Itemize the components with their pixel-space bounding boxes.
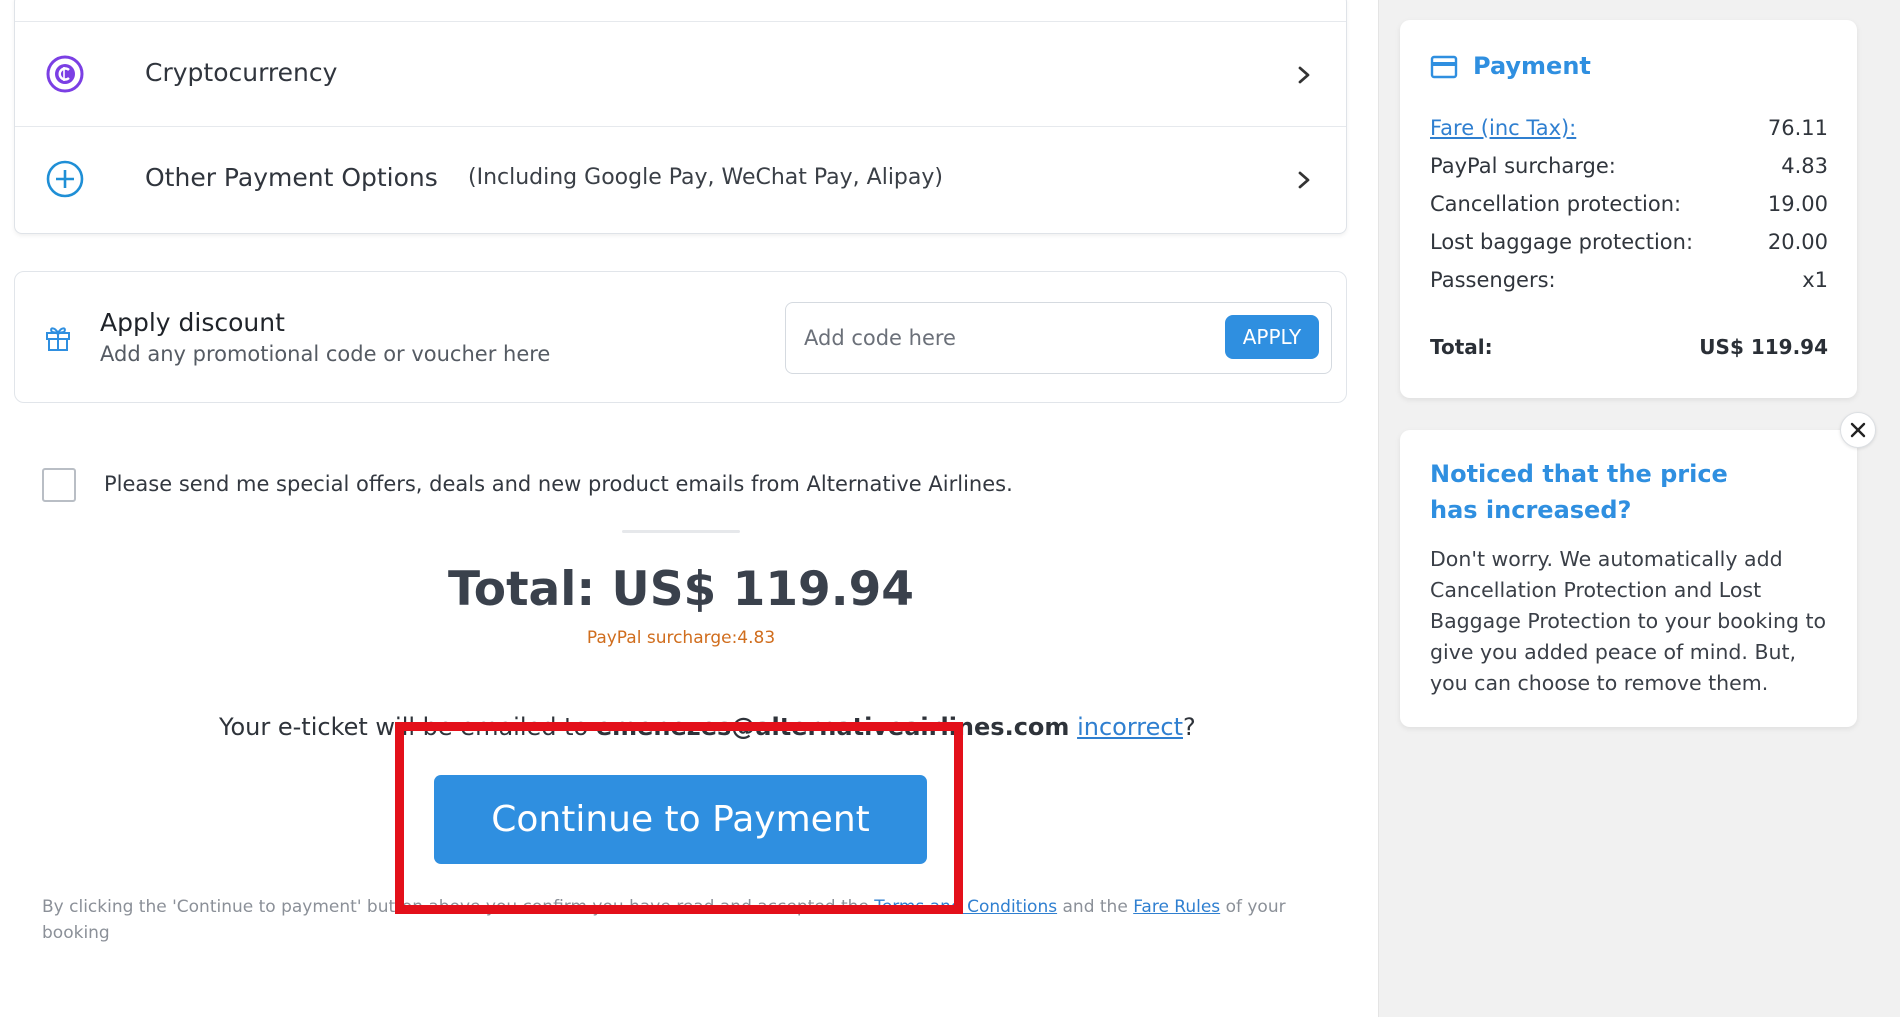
credit-card-icon (1430, 55, 1458, 79)
marketing-optin-checkbox[interactable] (42, 468, 76, 502)
summary-label: PayPal surcharge: (1430, 154, 1616, 178)
terms-text: and the (1057, 897, 1134, 917)
summary-label: Passengers: (1430, 268, 1556, 292)
summary-value: 76.11 (1767, 116, 1828, 140)
discount-code-field: APPLY (785, 302, 1332, 374)
payment-method-other[interactable]: Other Payment Options (Including Google … (15, 126, 1346, 231)
method-sublabel: (Including Google Pay, WeChat Pay, Alipa… (468, 165, 943, 190)
surcharge-note: PayPal surcharge:4.83 (586, 628, 776, 648)
method-label: Other Payment Options (145, 163, 438, 192)
terms-link[interactable]: Terms and Conditions (874, 897, 1057, 917)
close-icon (1850, 422, 1866, 438)
fare-rules-link[interactable]: Fare Rules (1133, 897, 1220, 917)
eticket-prefix: Your e-ticket will be emailed to (219, 713, 596, 741)
incorrect-email-link[interactable]: incorrect (1077, 713, 1183, 741)
eticket-email: emenezes@alternativeairlines.com (595, 713, 1070, 741)
summary-total-label: Total: (1430, 335, 1493, 359)
close-notice-button[interactable] (1840, 412, 1876, 448)
apply-button[interactable]: APPLY (1225, 315, 1319, 359)
discount-title: Apply discount (100, 308, 285, 337)
discount-code-input[interactable] (802, 317, 1186, 359)
price-increase-notice: Noticed that the price has increased? Do… (1400, 430, 1857, 727)
notice-body: Don't worry. We automatically add Cancel… (1430, 547, 1827, 695)
method-label: Cryptocurrency (145, 58, 338, 87)
summary-row-total: Total: US$ 119.94 (1430, 335, 1828, 365)
payment-method-cryptocurrency[interactable]: Cryptocurrency (15, 21, 1346, 126)
summary-row-cancellation: Cancellation protection: 19.00 (1430, 192, 1828, 222)
plus-circle-icon (46, 160, 84, 198)
continue-to-payment-button[interactable]: Continue to Payment (434, 775, 927, 864)
summary-value: 4.83 (1781, 154, 1828, 178)
eticket-notice: Your e-ticket will be emailed to emeneze… (219, 713, 1196, 741)
chevron-right-icon (1298, 171, 1310, 189)
cryptocurrency-icon (46, 55, 84, 93)
discount-subtitle: Add any promotional code or voucher here (100, 342, 551, 366)
terms-text: By clicking the 'Continue to payment' bu… (42, 897, 875, 917)
summary-row-surcharge: PayPal surcharge: 4.83 (1430, 154, 1828, 184)
fare-link[interactable]: Fare (inc Tax): (1430, 116, 1576, 140)
summary-row-baggage: Lost baggage protection: 20.00 (1430, 230, 1828, 260)
payment-summary-card: Payment Fare (inc Tax): 76.11 PayPal sur… (1400, 20, 1857, 398)
summary-label: Cancellation protection: (1430, 192, 1682, 216)
discount-card: Apply discount Add any promotional code … (14, 271, 1347, 403)
payment-methods-card: Cryptocurrency Other Payment Options (In… (14, 0, 1347, 234)
summary-value: 20.00 (1767, 230, 1828, 254)
checkout-main: Cryptocurrency Other Payment Options (In… (0, 0, 1378, 1017)
gift-icon (46, 327, 70, 351)
payment-summary-title: Payment (1473, 52, 1591, 80)
summary-total-value: US$ 119.94 (1699, 335, 1828, 359)
order-total: Total: US$ 119.94 (447, 562, 914, 617)
chevron-right-icon (1298, 66, 1310, 84)
summary-label: Lost baggage protection: (1430, 230, 1694, 254)
eticket-suffix: ? (1182, 713, 1196, 741)
terms-notice: By clicking the 'Continue to payment' bu… (42, 894, 1302, 946)
notice-title: Noticed that the price has increased? (1430, 460, 1728, 524)
summary-row-fare: Fare (inc Tax): 76.11 (1430, 116, 1828, 146)
marketing-optin-label: Please send me special offers, deals and… (104, 472, 1013, 496)
divider (622, 530, 740, 533)
summary-row-passengers: Passengers: x1 (1430, 268, 1828, 298)
summary-value: x1 (1802, 268, 1828, 292)
summary-value: 19.00 (1767, 192, 1828, 216)
